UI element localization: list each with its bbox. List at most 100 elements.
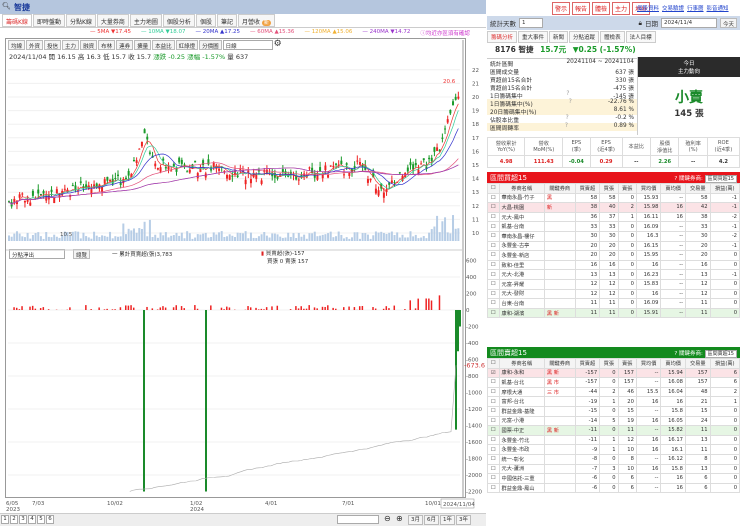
- row-checkbox[interactable]: ☐: [487, 473, 500, 484]
- page-button[interactable]: 4: [28, 515, 36, 524]
- row-checkbox[interactable]: ☐: [487, 444, 500, 455]
- column-header[interactable]: 買均價: [635, 358, 662, 369]
- broker-name[interactable]: 大昌-桃園: [498, 202, 545, 213]
- broker-row[interactable]: ☐ 群益金鼎-鳳山 -6 0 6 -- 16 6 0: [487, 482, 740, 494]
- help-icon[interactable]: ?: [566, 91, 569, 99]
- broker-row[interactable]: ☐ 台東-台南 11 11 0 16.09 -- 11 0: [487, 298, 740, 309]
- range-button[interactable]: 6月: [424, 515, 439, 525]
- row-checkbox[interactable]: ☐: [487, 415, 500, 427]
- broker-row[interactable]: ☐ 元富-小港 -14 5 19 16 16.05 24 0: [487, 415, 740, 427]
- range-button[interactable]: 3年: [456, 515, 471, 525]
- right-tab[interactable]: 體檢表: [600, 31, 625, 43]
- row-checkbox[interactable]: ☐: [487, 396, 500, 407]
- zoom-in-icon[interactable]: ⊕: [396, 514, 403, 523]
- column-header[interactable]: 賣均價: [660, 358, 686, 369]
- right-tab[interactable]: 新聞: [549, 31, 569, 43]
- column-header[interactable]: 券商名稱: [498, 358, 545, 369]
- broker-name[interactable]: 台東-台南: [498, 298, 545, 309]
- page-button[interactable]: 3: [19, 515, 27, 524]
- column-header[interactable]: 買張: [599, 358, 619, 369]
- zoom-out-icon[interactable]: ⊖: [384, 514, 391, 523]
- broker-name[interactable]: 康和-永和: [498, 367, 545, 379]
- page-button[interactable]: 5: [37, 515, 45, 524]
- broker-name[interactable]: 群益金鼎-基隆: [498, 405, 545, 417]
- row-checkbox[interactable]: ☐: [487, 230, 500, 242]
- broker-row[interactable]: ☐ 群益金鼎-基隆 -15 0 15 -- 15.8 15 0: [487, 405, 740, 417]
- broker-row[interactable]: ☐ 統一-彰化 -8 0 8 -- 16.12 8 0: [487, 453, 740, 465]
- broker-row[interactable]: ☐ 康和-湖濱黑 新 11 11 0 15.91 -- 11 0: [487, 307, 740, 319]
- row-checkbox[interactable]: ☐: [487, 482, 500, 494]
- row-checkbox[interactable]: ☐: [487, 453, 500, 465]
- broker-name[interactable]: 永豐金-市政: [498, 444, 545, 455]
- row-checkbox[interactable]: ☐: [487, 250, 500, 261]
- broker-name[interactable]: 永豐金-新店: [498, 250, 545, 261]
- row-checkbox[interactable]: ☐: [487, 425, 500, 436]
- row-checkbox[interactable]: ☐: [487, 192, 500, 204]
- days-select[interactable]: 1: [519, 18, 543, 28]
- row-checkbox[interactable]: ☐: [487, 259, 500, 271]
- broker-name[interactable]: 元富-小港: [498, 415, 545, 427]
- right-tab[interactable]: 法人目標: [625, 31, 656, 43]
- row-checkbox[interactable]: ☐: [487, 463, 500, 475]
- broker-row[interactable]: ☐ 華南永昌-竹子黑 58 58 0 15.93 -- 58 -1: [487, 192, 740, 204]
- date-input[interactable]: 2024/11/4: [660, 18, 717, 28]
- broker-name[interactable]: 元大-北港: [498, 269, 545, 280]
- right-tab[interactable]: 分點追蹤: [569, 31, 600, 43]
- alert-button[interactable]: 報告: [572, 2, 591, 15]
- row-checkbox[interactable]: ☐: [487, 288, 500, 300]
- broker-name[interactable]: 華南永昌-樓仔: [498, 230, 545, 242]
- price-chart[interactable]: 22 21 20 19 18 17 16 15 14 13 12 11 10 600 400 200 0 -200…: [0, 0, 486, 513]
- row-checkbox[interactable]: ☐: [487, 307, 500, 319]
- page-button[interactable]: 2: [10, 515, 18, 524]
- key-broker-select[interactable]: 區間買超15: [704, 174, 737, 183]
- right-tab[interactable]: 重大事件: [518, 31, 549, 43]
- column-header[interactable]: 買張: [599, 183, 619, 194]
- broker-row[interactable]: ☐ 凱基-台南 33 33 0 16.09 -- 33 -1: [487, 221, 740, 232]
- broker-row[interactable]: ☐ 元大-蘆洲 -7 3 10 16 15.8 13 0: [487, 463, 740, 475]
- alert-button[interactable]: 主力: [612, 2, 631, 15]
- broker-row[interactable]: ☐ 致和-佳里 16 16 0 16 -- 16 0: [487, 259, 740, 271]
- column-header[interactable]: 賣均價: [660, 183, 686, 194]
- broker-name[interactable]: 永豐金-竹北: [498, 434, 545, 446]
- broker-name[interactable]: 華南永昌-竹子: [498, 192, 545, 204]
- broker-row[interactable]: ☑ 康和-永和黑 新 -157 0 157 -- 15.94 157 6: [487, 367, 740, 379]
- broker-name[interactable]: 致和-佳里: [498, 259, 545, 271]
- range-button[interactable]: 1年: [440, 515, 455, 525]
- key-broker-select[interactable]: 區間賣超15: [704, 349, 737, 358]
- help-icon[interactable]: ?: [566, 115, 569, 123]
- column-header[interactable]: 買均價: [635, 183, 662, 194]
- broker-row[interactable]: ☐ 永豐金-古亭 20 20 0 16.15 -- 20 -1: [487, 240, 740, 252]
- alert-button[interactable]: 體檢: [592, 2, 611, 15]
- broker-name[interactable]: 元大-蘆洲: [498, 463, 545, 475]
- broker-row[interactable]: ☐ 永豐金-竹北 -11 1 12 16 16.17 13 0: [487, 434, 740, 446]
- column-header[interactable]: 券商名稱: [498, 183, 545, 194]
- column-header[interactable]: 買賣超: [574, 183, 601, 194]
- help-icon[interactable]: ?: [569, 99, 572, 107]
- range-button[interactable]: 3月: [408, 515, 423, 525]
- broker-name[interactable]: 元大-發財: [498, 288, 545, 300]
- broker-row[interactable]: ☐ 元富-昇耀 12 12 0 15.83 -- 12 0: [487, 278, 740, 290]
- top-link[interactable]: 個股資料: [637, 4, 659, 12]
- broker-row[interactable]: ☐ 華南永昌-樓仔 30 30 0 16.3 -- 30 -2: [487, 230, 740, 242]
- row-checkbox[interactable]: ☐: [487, 405, 500, 417]
- broker-row[interactable]: ☐ 國票-中正黑 新 -11 0 11 -- 15.82 11 0: [487, 425, 740, 436]
- top-link[interactable]: 行事曆: [687, 4, 704, 12]
- broker-name[interactable]: 凱基-台南: [498, 221, 545, 232]
- broker-row[interactable]: ☐ 永豐金-市政 -9 1 10 16 16.1 11 0: [487, 444, 740, 455]
- top-link[interactable]: 交易驗證: [662, 4, 684, 12]
- broker-name[interactable]: 元大-鳳中: [498, 211, 545, 223]
- broker-name[interactable]: 摩根大通: [498, 386, 545, 398]
- row-checkbox[interactable]: ☐: [487, 278, 500, 290]
- broker-row[interactable]: ☐ 永豐金-新店 20 20 0 15.95 -- 20 0: [487, 250, 740, 261]
- alert-button[interactable]: 警示: [552, 2, 571, 15]
- broker-row[interactable]: ☐ 元大-鳳中 36 37 1 16.11 16 38 -2: [487, 211, 740, 223]
- column-header[interactable]: 損益(萬): [709, 358, 740, 369]
- row-checkbox[interactable]: ☐: [487, 269, 500, 280]
- broker-row[interactable]: ☐ 摩根大通三 市 -44 2 46 15.5 16.04 48 2: [487, 386, 740, 398]
- row-checkbox[interactable]: ☐: [487, 221, 500, 232]
- today-button[interactable]: 今天: [719, 18, 737, 28]
- row-checkbox[interactable]: ☐: [487, 240, 500, 252]
- row-checkbox[interactable]: ☐: [487, 386, 500, 398]
- broker-name[interactable]: 元富-昇耀: [498, 278, 545, 290]
- row-checkbox[interactable]: ☐: [487, 377, 500, 388]
